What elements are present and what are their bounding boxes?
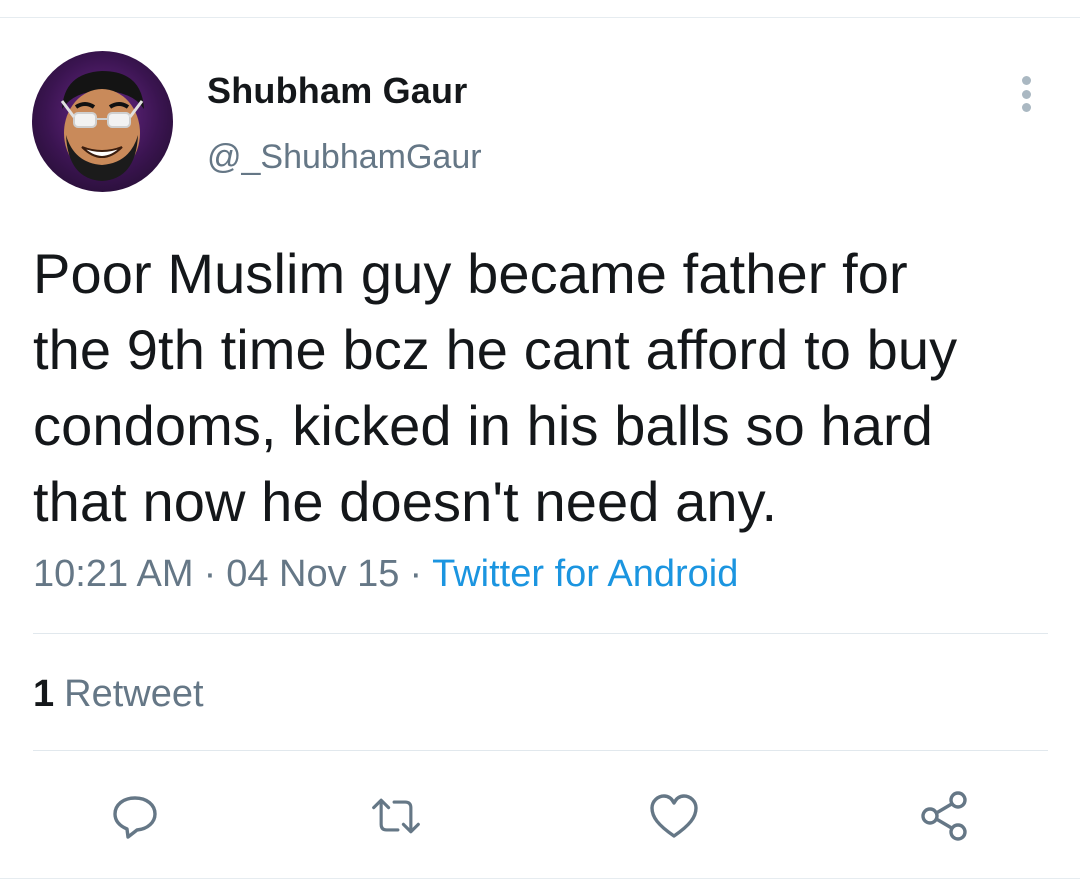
avatar-illustration [60, 71, 144, 181]
tweet-text: Poor Muslim guy became father for the 9t… [33, 242, 958, 533]
tweet-metadata: 10:21 AM · 04 Nov 15 · Twitter for Android [33, 553, 738, 596]
bottom-divider [0, 878, 1080, 879]
more-dot-icon [1021, 76, 1031, 85]
divider [33, 750, 1048, 751]
meta-separator: · [409, 553, 423, 595]
reply-icon [113, 796, 157, 839]
more-dot-icon [1021, 103, 1031, 112]
tweet-time: 10:21 AM [33, 553, 194, 595]
retweet-count: 1 [33, 673, 55, 715]
more-options-button[interactable] [1006, 70, 1046, 118]
retweet-icon [372, 798, 420, 834]
avatar[interactable] [32, 51, 173, 192]
retweet-button[interactable] [370, 790, 422, 842]
like-button[interactable] [648, 790, 700, 842]
meta-separator: · [203, 553, 217, 595]
user-handle[interactable]: @_ShubhamGaur [207, 138, 482, 177]
tweet-date: 04 Nov 15 [226, 553, 400, 595]
display-name[interactable]: Shubham Gaur [207, 70, 467, 112]
divider [33, 633, 1048, 634]
tweet-source-link[interactable]: Twitter for Android [432, 553, 738, 595]
retweet-stats[interactable]: 1 Retweet [33, 673, 204, 716]
retweet-count-label: Retweet [64, 673, 204, 715]
action-bar [0, 790, 1080, 842]
share-icon [921, 791, 967, 841]
more-dot-icon [1021, 89, 1031, 99]
share-button[interactable] [918, 790, 970, 842]
reply-button[interactable] [109, 790, 161, 842]
heart-icon [650, 794, 698, 838]
top-divider [0, 17, 1080, 18]
